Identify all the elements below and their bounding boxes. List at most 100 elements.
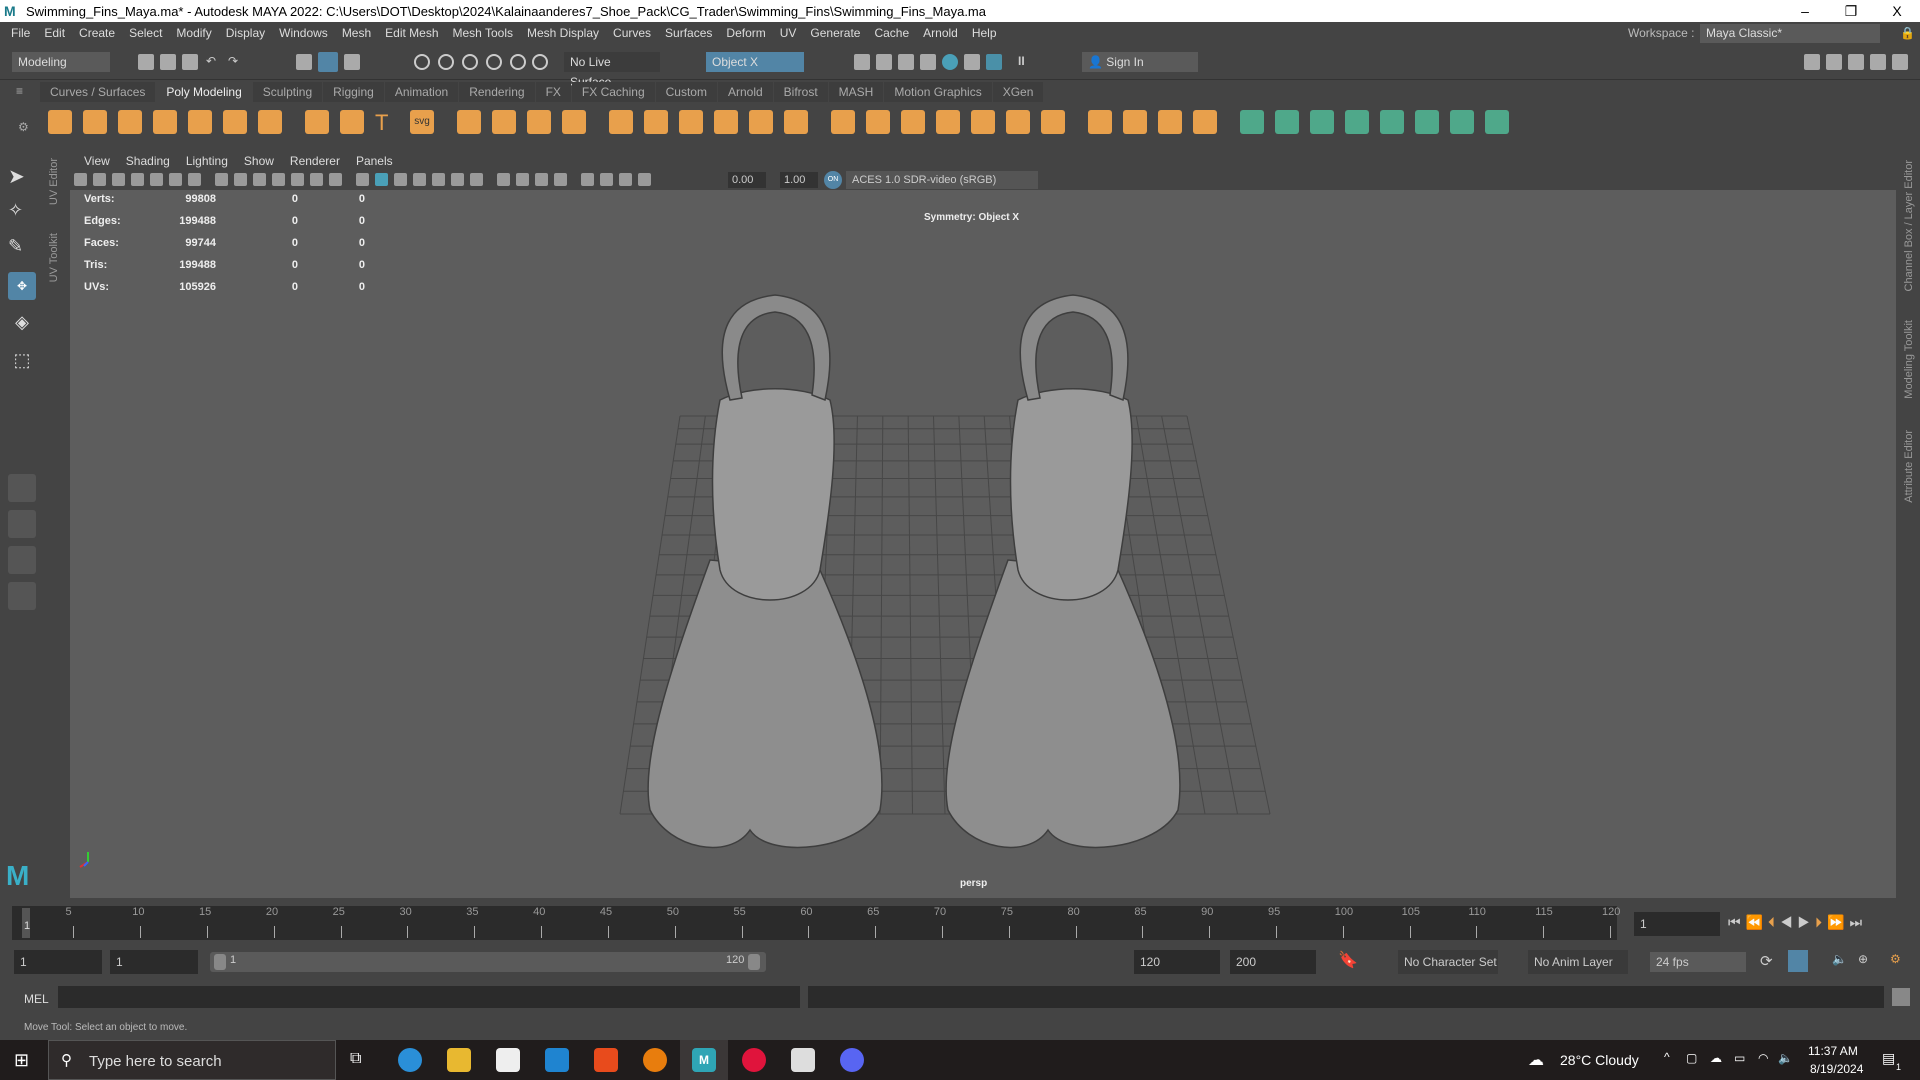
poly-text-icon[interactable]: T: [375, 110, 399, 135]
default-material-icon[interactable]: [394, 173, 407, 186]
redo-icon[interactable]: ↷: [228, 54, 244, 70]
color-management-toggle[interactable]: ON: [824, 171, 842, 189]
target-weld-icon[interactable]: [1006, 110, 1030, 134]
current-time-field[interactable]: 1: [1634, 912, 1720, 936]
select-tool-icon[interactable]: ➤: [8, 164, 36, 192]
light-editor-icon[interactable]: [986, 54, 1002, 70]
sign-in-button[interactable]: 👤 Sign In: [1082, 52, 1198, 72]
sweep-icon[interactable]: [527, 110, 551, 134]
menu-surfaces[interactable]: Surfaces: [658, 26, 719, 40]
fill-hole-icon[interactable]: [936, 110, 960, 134]
script-editor-icon[interactable]: [1892, 988, 1910, 1006]
microsoft-store-icon[interactable]: [496, 1048, 520, 1072]
textured-icon[interactable]: [413, 173, 426, 186]
go-to-start-icon[interactable]: ⏮: [1728, 914, 1746, 930]
exposure-field[interactable]: 0.00: [728, 172, 766, 188]
step-forward-key-icon[interactable]: ⏵: [1815, 914, 1827, 930]
xray-icon[interactable]: [581, 173, 594, 186]
undo-icon[interactable]: ↶: [206, 54, 222, 70]
side-tab-channel-box-layer-editor[interactable]: Channel Box / Layer Editor: [1903, 160, 1915, 291]
mirror-icon[interactable]: [492, 110, 516, 134]
side-tab-modeling-toolkit[interactable]: Modeling Toolkit: [1903, 320, 1915, 399]
merge-icon[interactable]: [971, 110, 995, 134]
persp-outliner-layout-icon[interactable]: [8, 546, 36, 574]
symmetry-dropdown[interactable]: Object X: [706, 52, 804, 72]
poly-cylinder-icon[interactable]: [118, 110, 142, 134]
playback-end-field[interactable]: 120: [1134, 950, 1220, 974]
ipr-render-icon[interactable]: [898, 54, 914, 70]
platonic-solid-icon[interactable]: [305, 110, 329, 134]
uv-camera-icon[interactable]: [1310, 110, 1334, 134]
auto-key-icon[interactable]: ⊕: [1858, 952, 1868, 966]
pause-icon[interactable]: II: [1018, 54, 1034, 70]
battery-icon[interactable]: ▭: [1734, 1051, 1745, 1065]
range-start-handle[interactable]: [214, 954, 226, 970]
snap-point-icon[interactable]: [462, 54, 478, 70]
animation-preferences-icon[interactable]: ⚙: [1890, 952, 1901, 966]
select-hierarchy-icon[interactable]: [296, 54, 312, 70]
snap-grid-icon[interactable]: [414, 54, 430, 70]
uv-unfold-icon[interactable]: [1380, 110, 1404, 134]
start-time-field[interactable]: 1: [14, 950, 102, 974]
uv-cut-icon[interactable]: [1450, 110, 1474, 134]
save-scene-icon[interactable]: [182, 54, 198, 70]
file-explorer-icon[interactable]: [447, 1048, 471, 1072]
uv-layout-icon[interactable]: [1415, 110, 1439, 134]
gate-mask-icon[interactable]: [272, 173, 285, 186]
select-component-icon[interactable]: [344, 54, 360, 70]
menu-help[interactable]: Help: [965, 26, 1004, 40]
uv-sew-icon[interactable]: [1485, 110, 1509, 134]
snap-curve-icon[interactable]: [438, 54, 454, 70]
new-scene-icon[interactable]: [138, 54, 154, 70]
menu-modify[interactable]: Modify: [169, 26, 218, 40]
heel-strap[interactable]: [721, 294, 831, 402]
close-button[interactable]: X: [1874, 0, 1920, 22]
side-tab-attribute-editor[interactable]: Attribute Editor: [1903, 430, 1915, 503]
lasso-tool-icon[interactable]: ✧: [8, 200, 36, 228]
menu-mesh[interactable]: Mesh: [335, 26, 378, 40]
weather-text[interactable]: 28°C Cloudy: [1560, 1052, 1639, 1068]
attribute-editor-toggle-icon[interactable]: [1848, 54, 1864, 70]
poly-svg-icon[interactable]: svg: [410, 110, 434, 134]
lock-icon[interactable]: 🔒: [1900, 26, 1915, 40]
panel-menu-shading[interactable]: Shading: [118, 154, 178, 168]
render-frame-icon[interactable]: [876, 54, 892, 70]
collapse-icon[interactable]: [1041, 110, 1065, 134]
shelf-tab-fx[interactable]: FX: [535, 82, 571, 102]
workspace-dropdown[interactable]: Maya Classic*: [1700, 24, 1880, 43]
brave-browser-icon[interactable]: [594, 1048, 618, 1072]
side-tab-uv-editor[interactable]: UV Editor: [48, 158, 60, 205]
image-plane-icon[interactable]: [150, 173, 163, 186]
menu-edit-mesh[interactable]: Edit Mesh: [378, 26, 445, 40]
shelf-tab-motion-graphics[interactable]: Motion Graphics: [884, 82, 992, 102]
extract-icon[interactable]: [714, 110, 738, 134]
xray-joints-icon[interactable]: [600, 173, 613, 186]
backface-culling-icon[interactable]: [638, 173, 651, 186]
uv-auto-icon[interactable]: [1275, 110, 1299, 134]
menu-curves[interactable]: Curves: [606, 26, 658, 40]
panel-menu-panels[interactable]: Panels: [348, 154, 401, 168]
shelf-tab-xgen[interactable]: XGen: [992, 82, 1044, 102]
zbrush-icon[interactable]: [791, 1048, 815, 1072]
bevel-icon[interactable]: [866, 110, 890, 134]
move-tool-icon[interactable]: ✥: [8, 272, 36, 300]
menu-file[interactable]: File: [4, 26, 37, 40]
step-forward-frame-icon[interactable]: ⏩: [1827, 914, 1849, 930]
combine-icon[interactable]: [562, 110, 586, 134]
lock-camera-icon[interactable]: [93, 173, 106, 186]
append-icon[interactable]: [901, 110, 925, 134]
motion-blur-icon[interactable]: [497, 173, 510, 186]
bookmarks-icon[interactable]: [131, 173, 144, 186]
time-slider[interactable]: 1 5 10 15 20 25 30 35 40 45 50 55 60 65 70 75 80 85 90 95 1…: [12, 906, 1620, 940]
shelf-tab-custom[interactable]: Custom: [655, 82, 717, 102]
menu-generate[interactable]: Generate: [803, 26, 867, 40]
safe-action-icon[interactable]: [310, 173, 323, 186]
outliner-icon[interactable]: [8, 582, 36, 610]
select-camera-icon[interactable]: [74, 173, 87, 186]
taskbar-search-box[interactable]: ⚲ Type here to search: [48, 1040, 336, 1080]
panel-menu-lighting[interactable]: Lighting: [178, 154, 236, 168]
bridge-icon[interactable]: [784, 110, 808, 134]
uv-planar-icon[interactable]: [1240, 110, 1264, 134]
rotate-tool-icon[interactable]: ◈: [8, 308, 36, 336]
smooth-icon[interactable]: [644, 110, 668, 134]
